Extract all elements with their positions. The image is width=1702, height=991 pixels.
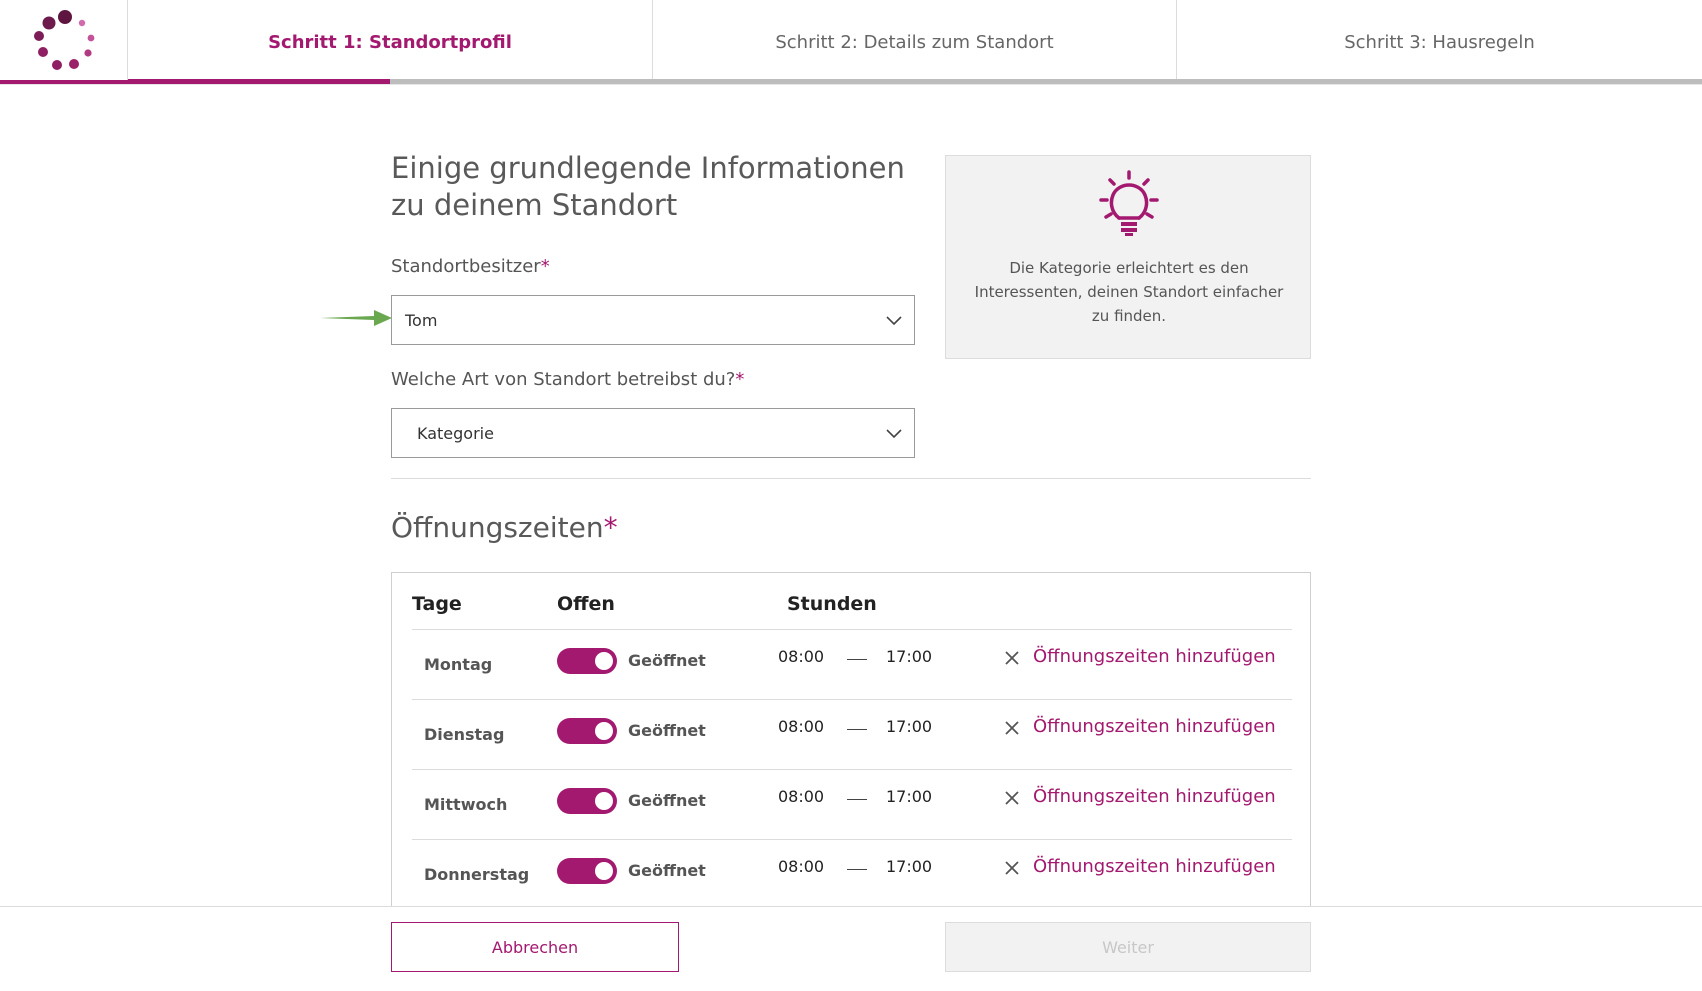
open-status: Geöffnet [628,651,706,670]
tab-step-1[interactable]: Schritt 1: Standortprofil [128,0,653,84]
close-icon[interactable] [1004,790,1020,806]
time-to-input[interactable]: 17:00 [886,857,932,876]
day-label: Mittwoch [424,795,508,814]
open-toggle[interactable] [557,648,617,674]
time-to-input[interactable]: 17:00 [886,787,932,806]
open-toggle[interactable] [557,858,617,884]
green-arrow-icon [320,310,392,326]
time-from-input[interactable]: 08:00 [778,857,824,876]
add-hours-link[interactable]: Öffnungszeiten hinzufügen [1033,856,1276,877]
tab-step-2[interactable]: Schritt 2: Details zum Standort [653,0,1177,84]
time-separator [847,799,867,800]
tab-step-3[interactable]: Schritt 3: Hausregeln [1177,0,1702,84]
tip-text: Die Kategorie erleichtert es den Interes… [974,259,1284,325]
cancel-button[interactable]: Abbrechen [391,922,679,972]
lightbulb-icon [1099,170,1159,236]
table-row: Donnerstag Geöffnet 08:00 17:00 Öffnungs… [412,839,1292,909]
table-row: Dienstag Geöffnet 08:00 17:00 Öffnungsze… [412,699,1292,769]
close-icon[interactable] [1004,860,1020,876]
add-hours-link[interactable]: Öffnungszeiten hinzufügen [1033,716,1276,737]
page-title: Einige grundlegende Informationen zu dei… [391,150,921,224]
time-separator [847,729,867,730]
column-header-days: Tage [412,593,462,615]
owner-label: Standortbesitzer* [391,256,550,277]
open-status: Geöffnet [628,861,706,880]
type-label: Welche Art von Standort betreibst du?* [391,369,744,390]
time-separator [847,659,867,660]
page-title-line-2: zu deinem Standort [391,188,678,222]
chevron-down-icon [886,316,902,326]
chevron-down-icon [886,429,902,439]
open-status: Geöffnet [628,721,706,740]
owner-label-text: Standortbesitzer [391,256,541,277]
time-from-input[interactable]: 08:00 [778,717,824,736]
table-row: Mittwoch Geöffnet 08:00 17:00 Öffnungsze… [412,769,1292,839]
footer-bar: Abbrechen Weiter [0,906,1702,991]
open-status: Geöffnet [628,791,706,810]
day-label: Montag [424,655,493,674]
add-hours-link[interactable]: Öffnungszeiten hinzufügen [1033,646,1276,667]
time-to-input[interactable]: 17:00 [886,717,932,736]
column-header-open: Offen [557,593,615,615]
next-button[interactable]: Weiter [945,922,1311,972]
step-progress-bar [128,79,1702,84]
add-hours-link[interactable]: Öffnungszeiten hinzufügen [1033,786,1276,807]
opening-hours-title: Öffnungszeiten* [391,511,618,544]
time-from-input[interactable]: 08:00 [778,647,824,666]
day-label: Donnerstag [424,865,530,884]
app-logo[interactable] [0,0,128,84]
toggle-knob [595,652,613,670]
spinner-logo-icon [34,10,95,70]
page-title-line-1: Einige grundlegende Informationen [391,151,905,185]
category-select[interactable]: Kategorie [391,408,915,458]
step-navigation: Schritt 1: Standortprofil Schritt 2: Det… [0,0,1702,85]
column-header-hours: Stunden [787,593,877,615]
day-label: Dienstag [424,725,505,744]
owner-select-value: Tom [405,310,438,330]
owner-select[interactable]: Tom [391,295,915,345]
close-icon[interactable] [1004,650,1020,666]
opening-hours-table: Tage Offen Stunden Montag Geöffnet 08:00… [391,572,1311,912]
close-icon[interactable] [1004,720,1020,736]
open-toggle[interactable] [557,718,617,744]
toggle-knob [595,792,613,810]
time-to-input[interactable]: 17:00 [886,647,932,666]
logo-underline [0,80,128,84]
required-asterisk: * [540,256,550,277]
toggle-knob [595,722,613,740]
required-asterisk: * [735,369,745,390]
required-asterisk: * [603,511,618,544]
time-from-input[interactable]: 08:00 [778,787,824,806]
section-divider [391,478,1311,479]
type-label-text: Welche Art von Standort betreibst du? [391,369,736,390]
step-progress-fill [128,79,390,84]
opening-hours-title-text: Öffnungszeiten [391,511,604,544]
open-toggle[interactable] [557,788,617,814]
toggle-knob [595,862,613,880]
time-separator [847,869,867,870]
tip-box: Die Kategorie erleichtert es den Interes… [945,155,1311,359]
category-select-value: Kategorie [417,423,494,443]
table-row: Montag Geöffnet 08:00 17:00 Öffnungszeit… [412,629,1292,699]
